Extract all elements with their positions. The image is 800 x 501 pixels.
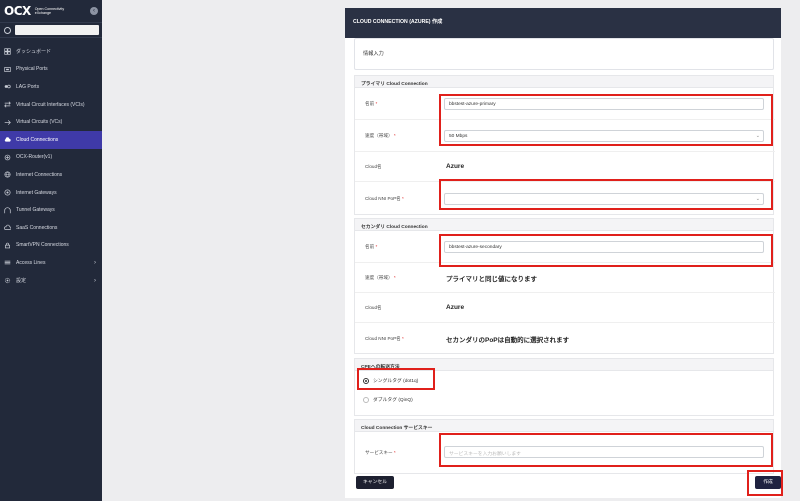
brand: OCX Open Connectivity eXchange ‹ (0, 0, 102, 22)
sidebar-item-tunnel-gateways[interactable]: Tunnel Gateways (0, 201, 102, 219)
sidebar-item-vcs[interactable]: Virtual Circuits (VCs) (0, 113, 102, 131)
service-key-section-title: Cloud Connection サービスキー (355, 420, 773, 432)
page-title: CLOUD CONNECTION (AZURE) 作成 (345, 8, 781, 38)
user-avatar-icon[interactable] (4, 26, 11, 34)
sidebar: OCX Open Connectivity eXchange ‹ ダッシュボード… (0, 0, 102, 501)
highlight-secondary-name (439, 234, 773, 267)
chevron-right-icon: › (94, 259, 96, 266)
secondary-pop-label: Cloud NNI PoP名 * (365, 335, 404, 341)
highlight-primary-name-speed (439, 94, 773, 146)
primary-cloud-label: Cloud名 (365, 163, 382, 169)
sidebar-item-label: Physical Ports (16, 66, 48, 73)
primary-pop-label: Cloud NNI PoP名 * (365, 195, 404, 201)
sidebar-item-cloud-connections[interactable]: Cloud Connections (0, 130, 102, 149)
access-icon (4, 259, 11, 266)
brand-line2: eXchange (34, 11, 51, 15)
sidebar-item-label: Tunnel Gateways (16, 207, 55, 214)
step-tab[interactable]: 情報入力 (354, 38, 774, 70)
service-key-label: サービスキー * (365, 450, 396, 455)
secondary-speed-value: プライマリと同じ値になります (446, 275, 537, 283)
primary-cloud-value: Azure (446, 163, 465, 170)
sidebar-item-internet-gateways[interactable]: Internet Gateways (0, 184, 102, 202)
sidebar-item-label: Internet Gateways (16, 189, 57, 196)
sidebar-item-vcis[interactable]: Virtual Circuit Interfaces (VCIs) (0, 96, 102, 114)
create-button[interactable]: 作成 (755, 476, 781, 489)
sidebar-item-label: LAG Ports (16, 83, 40, 90)
primary-name-label: 名前 * (365, 100, 378, 106)
sidebar-item-label: Access Lines (16, 259, 46, 266)
collapse-sidebar-icon[interactable]: ‹ (90, 7, 98, 15)
secondary-speed-row: 速度（帯域） * プライマリと同じ値になります (355, 263, 775, 293)
sidebar-item-label: ダッシュボード (16, 49, 52, 56)
radio-double-tag[interactable]: ダブルタグ (QinQ) (363, 396, 413, 403)
secondary-cloud-label: Cloud名 (365, 304, 382, 310)
chevron-right-icon: › (94, 277, 96, 284)
sidebar-item-label: Virtual Circuit Interfaces (VCIs) (16, 101, 85, 108)
cloud-icon (4, 136, 11, 143)
ocx-logo: OCX (4, 4, 31, 18)
primary-speed-label: 速度（帯域） * (365, 132, 396, 138)
sidebar-item-physical-ports[interactable]: Physical Ports (0, 61, 102, 79)
sidebar-item-label: SmartVPN Connections (16, 242, 69, 249)
globe-icon (4, 171, 11, 178)
secondary-speed-label: 速度（帯域） * (365, 274, 396, 280)
primary-section-title: プライマリ Cloud Connection (355, 76, 773, 88)
radio-double-label: ダブルタグ (QinQ) (373, 398, 413, 403)
tab-info-input: 情報入力 (363, 51, 384, 57)
highlight-primary-pop (439, 179, 773, 210)
gateway-icon (4, 189, 11, 196)
lag-icon (4, 83, 11, 90)
highlight-service-key (439, 433, 773, 467)
secondary-cloud-value: Azure (446, 304, 465, 311)
sidebar-item-ocx-router[interactable]: OCX-Router(v1) (0, 149, 102, 167)
dashboard-icon (4, 48, 11, 55)
sidebar-item-label: Internet Connections (16, 171, 63, 178)
radio-unchecked-icon[interactable] (363, 396, 369, 403)
user-name-field[interactable] (15, 25, 99, 35)
sidebar-item-label: OCX-Router(v1) (16, 154, 53, 161)
user-row (0, 22, 102, 38)
sidebar-item-label: 設定 (16, 278, 27, 285)
sidebar-item-settings[interactable]: 設定 › (0, 272, 102, 290)
sidebar-item-label: Virtual Circuits (VCs) (16, 119, 63, 126)
router-icon (4, 154, 11, 161)
sidebar-item-dashboard[interactable]: ダッシュボード (0, 43, 102, 61)
vpn-icon (4, 242, 11, 249)
saas-icon (4, 224, 11, 231)
sidebar-item-label: Cloud Connections (16, 136, 59, 143)
sidebar-item-saas-connections[interactable]: SaaS Connections (0, 219, 102, 237)
brand-text: Open Connectivity eXchange (35, 7, 64, 15)
secondary-pop-value: セカンダリのPoPは自動的に選択されます (446, 336, 570, 344)
sidebar-item-lag-ports[interactable]: LAG Ports (0, 78, 102, 96)
cancel-button[interactable]: キャンセル (356, 476, 394, 489)
sidebar-item-label: SaaS Connections (16, 224, 58, 231)
port-icon (4, 66, 11, 73)
secondary-section-title: セカンダリ Cloud Connection (355, 219, 773, 231)
primary-cloud-row: Cloud名 Azure (355, 152, 775, 182)
gear-icon (4, 277, 11, 284)
sidebar-item-access-lines[interactable]: Access Lines › (0, 254, 102, 272)
tunnel-icon (4, 207, 11, 214)
secondary-name-label: 名前 * (365, 243, 378, 249)
secondary-pop-row: Cloud NNI PoP名 * セカンダリのPoPは自動的に選択されます (355, 323, 775, 354)
vc-icon (4, 119, 11, 126)
secondary-cloud-row: Cloud名 Azure (355, 293, 775, 323)
sidebar-item-internet-connections[interactable]: Internet Connections (0, 166, 102, 184)
highlight-single-tag (357, 368, 435, 390)
vci-icon (4, 101, 11, 108)
sidebar-item-smartvpn-connections[interactable]: SmartVPN Connections (0, 237, 102, 255)
